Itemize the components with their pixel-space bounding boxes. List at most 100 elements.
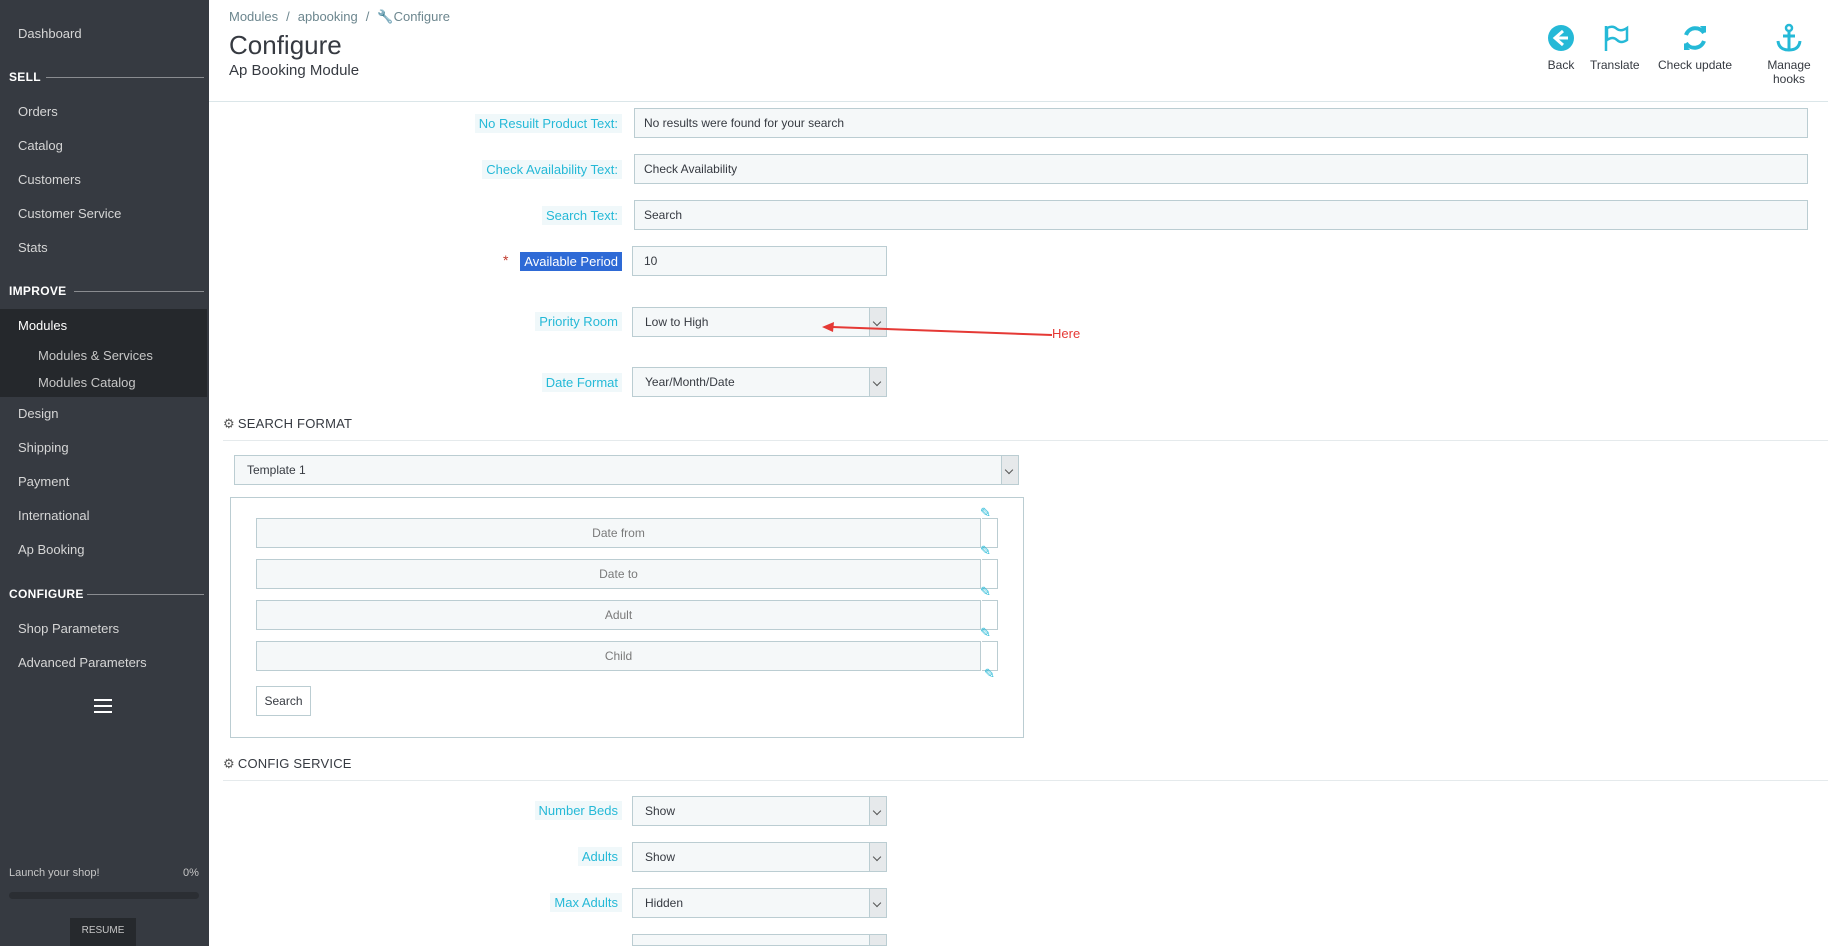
adults-select[interactable]: Show [632, 842, 887, 872]
form-row: Check Availability Text: [0, 160, 622, 182]
adults-label: Adults [577, 847, 622, 866]
sidebar-section-configure: CONFIGURE [9, 587, 84, 601]
header-divider [209, 101, 1828, 102]
no-result-text-input[interactable]: No results were found for your search [634, 108, 1808, 138]
date-format-value: Year/Month/Date [645, 375, 735, 389]
page-title: Configure [229, 30, 342, 60]
config-service-heading: ⚙ CONFIG SERVICE [223, 756, 352, 772]
sidebar-item-shop-parameters[interactable]: Shop Parameters [18, 621, 119, 636]
priority-room-value: Low to High [645, 315, 709, 329]
pencil-icon[interactable]: ✎ [980, 585, 994, 599]
number-beds-value: Show [645, 804, 676, 818]
breadcrumb-separator: / [286, 9, 290, 24]
check-availability-text-input[interactable]: Check Availability [634, 154, 1808, 184]
no-result-text-label: No Resuilt Product Text: [474, 114, 622, 133]
chevron-down-icon [869, 843, 886, 871]
search-button[interactable]: Search [256, 686, 311, 716]
pencil-icon[interactable]: ✎ [980, 626, 994, 640]
section-divider [223, 440, 1828, 441]
sidebar-item-advanced-parameters[interactable]: Advanced Parameters [18, 655, 147, 670]
flag-icon [1604, 25, 1629, 51]
breadcrumb-configure: Configure [393, 9, 450, 24]
cogs-icon: ⚙ [223, 756, 235, 771]
chevron-down-icon [869, 797, 886, 825]
back-label: Back [1547, 58, 1575, 72]
resume-button[interactable]: RESUME [70, 918, 136, 946]
sidebar-item-catalog[interactable]: Catalog [18, 138, 63, 153]
manage-hooks-label: Manage hooks [1767, 58, 1811, 86]
date-to-field[interactable]: Date to [256, 559, 981, 589]
max-adults-label: Max Adults [550, 893, 622, 912]
section-divider [223, 780, 1828, 781]
manage-hooks-button[interactable]: Manage hooks [1750, 22, 1828, 86]
chevron-down-icon [869, 368, 886, 396]
available-period-input[interactable]: 10 [632, 246, 887, 276]
cogs-icon: ⚙ [223, 416, 235, 431]
chevron-down-icon [869, 935, 886, 945]
sidebar-divider [74, 291, 204, 292]
anchor-icon [1776, 23, 1802, 52]
template-select[interactable]: Template 1 [234, 455, 1019, 485]
search-text-label: Search Text: [541, 206, 622, 225]
number-beds-label: Number Beds [534, 801, 622, 820]
form-row: Max Adults [0, 893, 622, 915]
date-format-select[interactable]: Year/Month/Date [632, 367, 887, 397]
sidebar-section-sell: SELL [9, 70, 41, 84]
sidebar-item-design[interactable]: Design [18, 406, 58, 421]
child-field[interactable]: Child [256, 641, 981, 671]
sidebar-item-shipping[interactable]: Shipping [18, 440, 69, 455]
page-subtitle: Ap Booking Module [229, 62, 360, 79]
chevron-down-icon [869, 889, 886, 917]
template-select-value: Template 1 [247, 463, 306, 477]
form-row: Number Beds [0, 801, 622, 823]
wrench-icon: 🔧 [377, 9, 394, 24]
search-format-preview: ✎ Date from ✎ Date to ✎ Adult ✎ Child ✎ … [230, 497, 1024, 738]
sidebar-item-ap-booking[interactable]: Ap Booking [18, 542, 85, 557]
check-availability-text-label: Check Availability Text: [482, 160, 622, 179]
sidebar-item-payment[interactable]: Payment [18, 474, 69, 489]
available-period-label: Available Period [520, 252, 622, 271]
search-format-heading-text: SEARCH FORMAT [237, 416, 353, 431]
sidebar-divider [87, 594, 204, 595]
number-beds-select[interactable]: Show [632, 796, 887, 826]
form-row: Adults [0, 847, 622, 869]
form-row: Search Text: [0, 206, 622, 228]
config-service-heading-text: CONFIG SERVICE [237, 756, 352, 771]
breadcrumb-modules[interactable]: Modules [229, 9, 278, 24]
sidebar-divider [46, 77, 204, 78]
breadcrumb: Modules / apbooking / 🔧Configure [229, 9, 450, 25]
menu-collapse-icon[interactable] [94, 699, 112, 717]
breadcrumb-separator: / [365, 9, 370, 24]
sidebar-item-international[interactable]: International [18, 508, 90, 523]
form-row: Available Period [0, 252, 622, 274]
sidebar-section-improve: IMPROVE [9, 284, 67, 298]
back-button[interactable]: Back [1545, 22, 1577, 72]
annotation-label: Here [1052, 326, 1081, 341]
annotation-arrow [822, 322, 1053, 336]
translate-button[interactable]: Translate [1590, 22, 1640, 72]
search-format-heading: ⚙ SEARCH FORMAT [223, 416, 352, 432]
date-from-field[interactable]: Date from [256, 518, 981, 548]
max-adults-value: Hidden [645, 896, 684, 910]
chevron-down-icon [1001, 456, 1018, 484]
check-update-label: Check update [1658, 58, 1733, 72]
translate-label: Translate [1590, 58, 1640, 72]
refresh-icon [1684, 26, 1707, 50]
search-text-input[interactable]: Search [634, 200, 1808, 230]
form-row: Date Format [0, 373, 622, 395]
form-row: Priority Room [0, 312, 622, 334]
pencil-icon[interactable]: ✎ [980, 544, 994, 558]
back-arrow-icon [1548, 25, 1574, 51]
sidebar-item-dashboard[interactable]: Dashboard [18, 26, 82, 41]
next-select-partial[interactable] [632, 934, 887, 946]
priority-room-label: Priority Room [535, 312, 622, 331]
adult-field[interactable]: Adult [256, 600, 981, 630]
form-row: No Resuilt Product Text: [0, 114, 622, 136]
sidebar-subitem-modules-services[interactable]: Modules & Services [38, 348, 153, 363]
pencil-icon[interactable]: ✎ [984, 667, 998, 681]
breadcrumb-apbooking[interactable]: apbooking [298, 9, 358, 24]
adults-value: Show [645, 850, 676, 864]
date-format-label: Date Format [541, 373, 622, 392]
max-adults-select[interactable]: Hidden [632, 888, 887, 918]
check-update-button[interactable]: Check update [1658, 22, 1732, 72]
